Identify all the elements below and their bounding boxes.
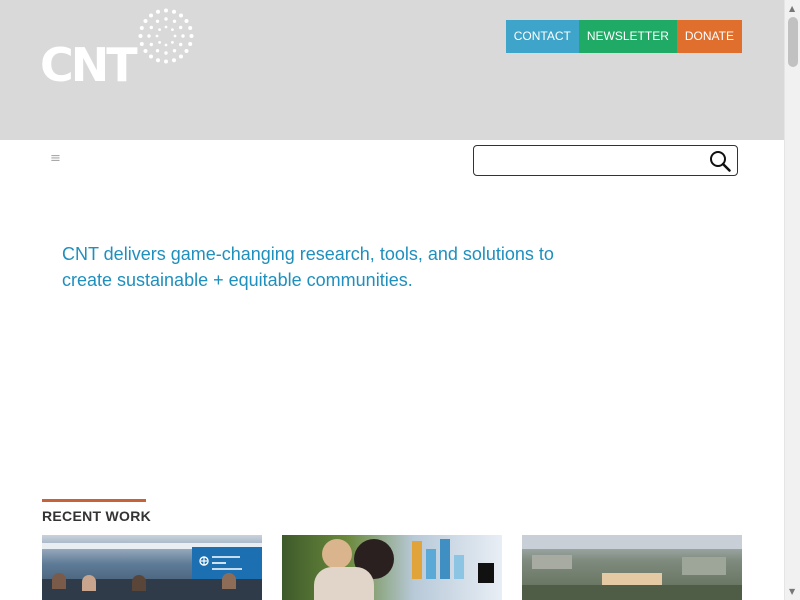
scroll-up-arrow-icon[interactable]: ▲ xyxy=(789,4,795,13)
building xyxy=(682,557,726,575)
page: CNT CONTACT NEWSLETTER DONATE ≡ CNT deli… xyxy=(0,0,784,600)
building xyxy=(532,555,572,569)
chart-bar xyxy=(454,555,464,579)
donate-button[interactable]: DONATE xyxy=(676,20,742,53)
sky-haze xyxy=(522,535,742,549)
person xyxy=(222,573,236,589)
child-head xyxy=(322,539,352,569)
section-divider xyxy=(42,499,146,502)
page-scrollbar[interactable]: ▲ ▼ xyxy=(784,0,800,600)
recent-work-card-meeting[interactable] xyxy=(42,535,262,600)
hamburger-icon[interactable]: ≡ xyxy=(50,152,64,166)
board-marking xyxy=(478,563,494,583)
dotted-circle-icon xyxy=(138,8,194,64)
scroll-down-arrow-icon[interactable]: ▼ xyxy=(789,587,795,596)
utility-nav: CONTACT NEWSLETTER DONATE xyxy=(505,20,742,53)
recent-work-card-aerial[interactable] xyxy=(522,535,742,600)
search-input[interactable] xyxy=(478,149,703,172)
magnifier-icon[interactable] xyxy=(709,150,731,172)
cnt-logo[interactable]: CNT xyxy=(40,8,196,98)
chart-bar xyxy=(426,549,436,579)
child-body xyxy=(314,567,374,600)
recent-work-heading: RECENT WORK xyxy=(42,508,152,524)
logo-text: CNT xyxy=(40,38,138,92)
scroll-thumb[interactable] xyxy=(788,17,798,67)
hero-tagline: CNT delivers game-changing research, too… xyxy=(62,244,554,290)
recent-work-card-kids[interactable] xyxy=(282,535,502,600)
person xyxy=(82,575,96,591)
person xyxy=(132,575,146,591)
site-header: CNT CONTACT NEWSLETTER DONATE xyxy=(0,0,784,140)
trees xyxy=(522,585,742,600)
newsletter-button[interactable]: NEWSLETTER xyxy=(578,20,677,53)
person xyxy=(52,573,66,589)
chart-bar xyxy=(440,539,450,579)
contact-button[interactable]: CONTACT xyxy=(505,20,579,53)
search-box xyxy=(473,145,738,176)
chart-bar xyxy=(412,541,422,579)
